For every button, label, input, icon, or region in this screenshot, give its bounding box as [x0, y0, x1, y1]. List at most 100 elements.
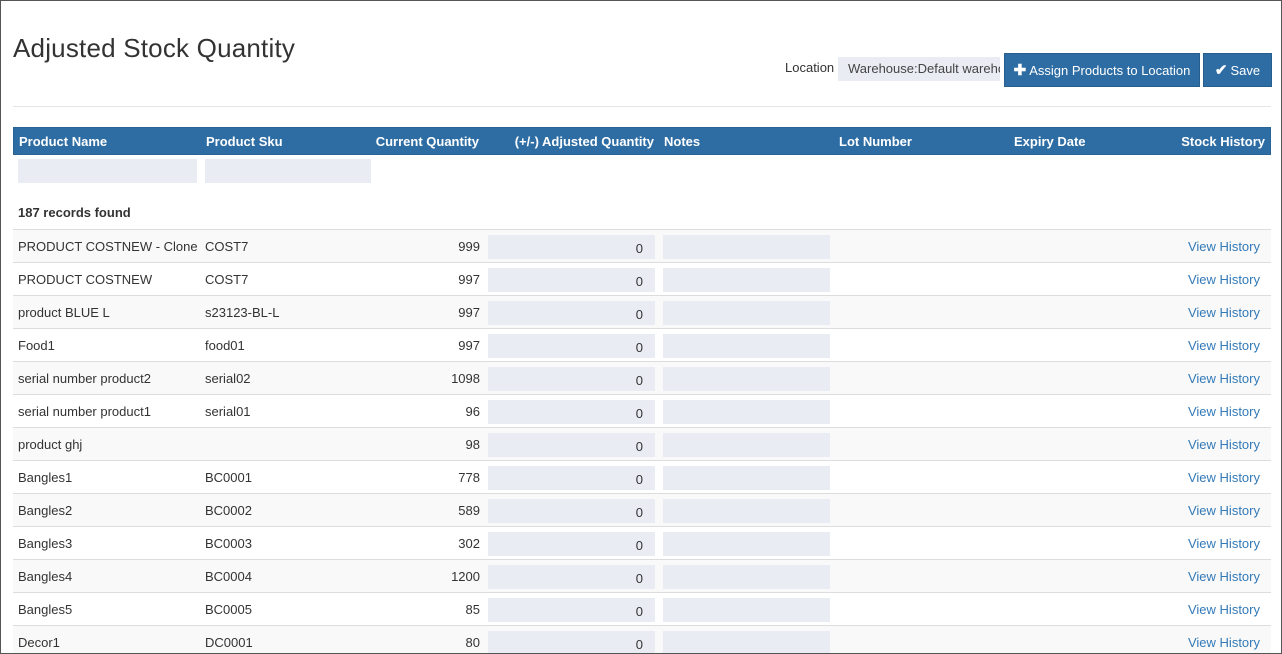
product-name-cell: Bangles1: [18, 470, 73, 485]
notes-input[interactable]: [663, 367, 830, 391]
adjusted-quantity-input[interactable]: 0: [488, 565, 655, 589]
notes-input[interactable]: [663, 631, 830, 653]
assign-products-button[interactable]: ✚ Assign Products to Location: [1004, 53, 1200, 87]
view-history-link[interactable]: View History: [1188, 272, 1260, 287]
view-history-link[interactable]: View History: [1188, 635, 1260, 650]
product-name-cell: PRODUCT COSTNEW - Clone: [18, 239, 198, 254]
header-notes: Notes: [664, 134, 701, 149]
filter-row: [13, 155, 1271, 199]
table-row: PRODUCT COSTNEW COST7 997 0 View History: [13, 262, 1271, 295]
view-history-link[interactable]: View History: [1188, 503, 1260, 518]
adjusted-quantity-input[interactable]: 0: [488, 334, 655, 358]
product-sku-filter[interactable]: [205, 159, 371, 183]
adjusted-quantity-input[interactable]: 0: [488, 367, 655, 391]
view-history-link[interactable]: View History: [1188, 470, 1260, 485]
product-name-cell: Bangles3: [18, 536, 73, 551]
table-row: Bangles5 BC0005 85 0 View History: [13, 592, 1271, 625]
table-row: Decor1 DC0001 80 0 View History: [13, 625, 1271, 653]
current-quantity-cell: 1200: [451, 569, 480, 584]
notes-input[interactable]: [663, 433, 830, 457]
current-quantity-cell: 589: [458, 503, 480, 518]
table-row: Bangles3 BC0003 302 0 View History: [13, 526, 1271, 559]
notes-input[interactable]: [663, 235, 830, 259]
adjusted-quantity-input[interactable]: 0: [488, 466, 655, 490]
current-quantity-cell: 997: [458, 272, 480, 287]
current-quantity-cell: 999: [458, 239, 480, 254]
view-history-link[interactable]: View History: [1188, 536, 1260, 551]
location-select[interactable]: Warehouse:Default warehouse: [838, 57, 1000, 81]
adjusted-quantity-input[interactable]: 0: [488, 400, 655, 424]
product-sku-cell: DC0001: [205, 635, 253, 650]
check-icon: ✔: [1214, 61, 1228, 79]
adjusted-quantity-input[interactable]: 0: [488, 631, 655, 653]
table-row: Food1 food01 997 0 View History: [13, 328, 1271, 361]
notes-input[interactable]: [663, 334, 830, 358]
plus-icon: ✚: [1013, 61, 1027, 79]
notes-input[interactable]: [663, 268, 830, 292]
records-count: 187 records found: [13, 199, 1271, 229]
records-found-text: 187 records found: [18, 205, 131, 220]
product-name-cell: PRODUCT COSTNEW: [18, 272, 153, 287]
product-name-cell: Bangles2: [18, 503, 73, 518]
adjusted-quantity-input[interactable]: 0: [488, 235, 655, 259]
product-name-cell: product BLUE L: [18, 305, 110, 320]
view-history-link[interactable]: View History: [1188, 437, 1260, 452]
header-product-sku[interactable]: Product Sku: [206, 134, 283, 149]
product-name-filter[interactable]: [18, 159, 197, 183]
adjusted-quantity-input[interactable]: 0: [488, 268, 655, 292]
current-quantity-cell: 778: [458, 470, 480, 485]
product-name-cell: serial number product2: [18, 371, 151, 386]
app-frame: Adjusted Stock Quantity Location Warehou…: [0, 0, 1282, 654]
current-quantity-cell: 80: [465, 635, 480, 650]
table-row: product ghj 98 0 View History: [13, 427, 1271, 460]
header-expiry-date: Expiry Date: [1014, 134, 1086, 149]
notes-input[interactable]: [663, 565, 830, 589]
adjusted-quantity-input[interactable]: 0: [488, 598, 655, 622]
header-current-quantity[interactable]: Current Quantity: [376, 134, 479, 149]
notes-input[interactable]: [663, 499, 830, 523]
product-sku-cell: BC0005: [205, 602, 252, 617]
header-lot-number: Lot Number: [839, 134, 912, 149]
view-history-link[interactable]: View History: [1188, 404, 1260, 419]
product-sku-cell: COST7: [205, 239, 249, 254]
view-history-link[interactable]: View History: [1188, 239, 1260, 254]
product-name-cell: Decor1: [18, 635, 60, 650]
product-sku-cell: s23123-BL-L: [205, 305, 280, 320]
current-quantity-cell: 997: [458, 338, 480, 353]
header-stock-history: Stock History: [1181, 134, 1265, 149]
view-history-link[interactable]: View History: [1188, 338, 1260, 353]
table-header: Product Name Product Sku Current Quantit…: [13, 127, 1271, 155]
header-product-name[interactable]: Product Name: [19, 134, 107, 149]
header-divider: [13, 106, 1271, 107]
table-row: Bangles1 BC0001 778 0 View History: [13, 460, 1271, 493]
adjusted-quantity-input[interactable]: 0: [488, 499, 655, 523]
product-name-cell: Bangles4: [18, 569, 73, 584]
location-label: Location: [785, 60, 835, 75]
save-button[interactable]: ✔ Save: [1203, 53, 1272, 87]
table-body: PRODUCT COSTNEW - Clone COST7 999 0 View His…: [13, 229, 1271, 653]
view-history-link[interactable]: View History: [1188, 371, 1260, 386]
product-sku-cell: COST7: [205, 272, 249, 287]
table-row: Bangles4 BC0004 1200 0 View History: [13, 559, 1271, 592]
notes-input[interactable]: [663, 532, 830, 556]
view-history-link[interactable]: View History: [1188, 569, 1260, 584]
notes-input[interactable]: [663, 466, 830, 490]
stock-table: Product Name Product Sku Current Quantit…: [13, 127, 1271, 653]
notes-input[interactable]: [663, 598, 830, 622]
adjusted-quantity-input[interactable]: 0: [488, 301, 655, 325]
notes-input[interactable]: [663, 400, 830, 424]
assign-products-label: Assign Products to Location: [1029, 62, 1191, 78]
current-quantity-cell: 1098: [451, 371, 480, 386]
view-history-link[interactable]: View History: [1188, 305, 1260, 320]
view-history-link[interactable]: View History: [1188, 602, 1260, 617]
table-row: PRODUCT COSTNEW - Clone COST7 999 0 View His…: [13, 229, 1271, 262]
notes-input[interactable]: [663, 301, 830, 325]
product-sku-cell: food01: [205, 338, 245, 353]
product-sku-cell: BC0002: [205, 503, 252, 518]
adjusted-quantity-input[interactable]: 0: [488, 433, 655, 457]
current-quantity-cell: 98: [465, 437, 480, 452]
adjusted-quantity-input[interactable]: 0: [488, 532, 655, 556]
product-name-cell: serial number product1: [18, 404, 151, 419]
product-name-cell: Bangles5: [18, 602, 73, 617]
product-sku-cell: BC0004: [205, 569, 252, 584]
